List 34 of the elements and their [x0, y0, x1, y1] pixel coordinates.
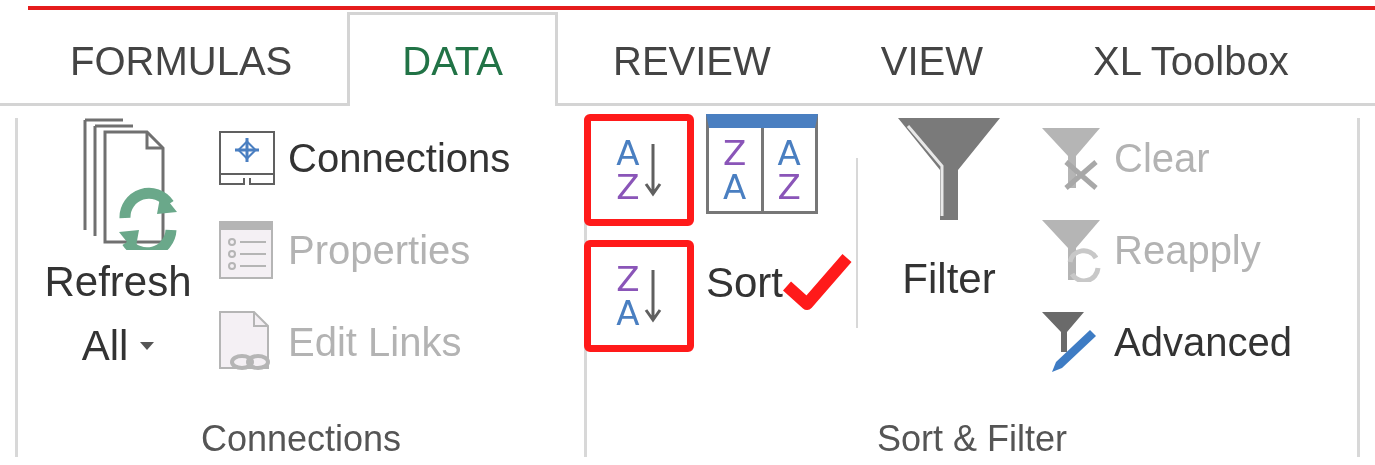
group-label: Connections — [200, 421, 402, 457]
filter-refresh-icon — [1040, 218, 1102, 282]
sort-letter: A — [616, 296, 640, 330]
sort-ascending-button[interactable]: A Z — [608, 132, 670, 208]
button-label: Filter — [902, 258, 996, 300]
ribbon-tab[interactable]: FORMULAS — [15, 12, 348, 106]
button-label: Sort — [706, 262, 784, 304]
sort-letter: Z — [616, 170, 640, 204]
list-icon — [218, 220, 276, 280]
funnel-icon — [898, 118, 1000, 220]
ribbon-item[interactable]: Advanced — [1040, 296, 1292, 388]
button-label: Refresh — [44, 257, 192, 307]
arrow-down-icon — [643, 142, 662, 198]
sort-button[interactable]: Z A A Z Sort — [706, 118, 856, 421]
dropdown-caret-icon — [140, 342, 155, 350]
arrow-down-icon — [643, 268, 662, 324]
filter-button[interactable]: Filter — [894, 118, 1004, 421]
ribbon-tab[interactable]: DATA — [347, 12, 558, 106]
ribbon-tab[interactable]: XL Toolbox — [1038, 12, 1344, 106]
ribbon-tab[interactable]: REVIEW — [558, 12, 826, 106]
group-label: Sort & Filter — [876, 421, 1067, 457]
ribbon-tab[interactable]: VIEW — [825, 12, 1039, 106]
ribbon-item[interactable]: Connections — [218, 112, 511, 204]
sort-letter: A — [723, 169, 747, 204]
sort-letter: A — [777, 135, 801, 170]
sort-letter: Z — [777, 169, 801, 204]
refresh-all-button[interactable]: Refresh All — [38, 118, 198, 421]
sort-letter: A — [616, 136, 640, 170]
sort-descending-button[interactable]: Z A — [608, 258, 670, 334]
sort-letter: Z — [723, 135, 747, 170]
sort-letter: Z — [616, 262, 640, 296]
button-label: All — [81, 321, 129, 371]
monitor-icon — [218, 130, 276, 186]
filter-clear-icon — [1040, 126, 1102, 190]
